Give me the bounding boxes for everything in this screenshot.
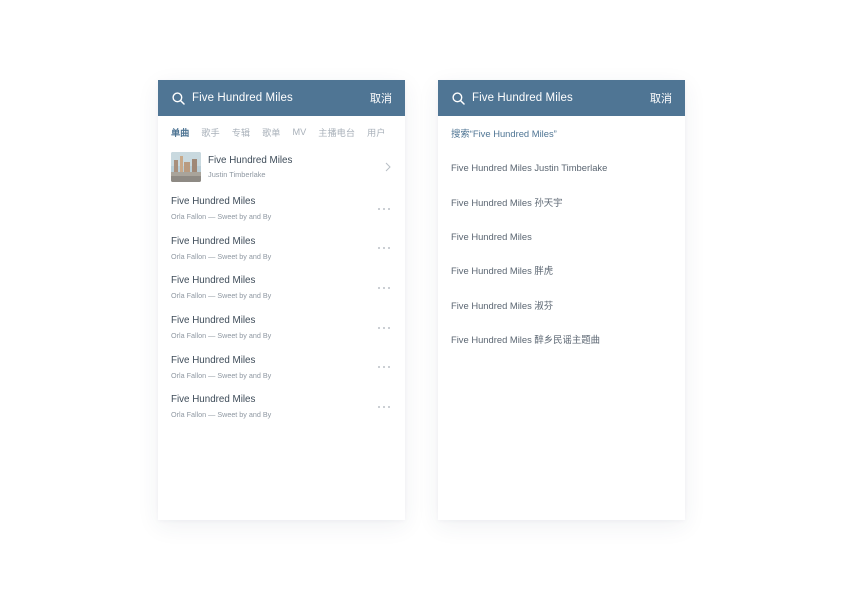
search-input[interactable]: Five Hundred Miles <box>472 92 650 104</box>
song-title: Five Hundred Miles <box>171 354 256 366</box>
song-subtitle: Orla Fallon — Sweet by and By <box>171 370 272 380</box>
tab-artists[interactable]: 歌手 <box>201 125 219 139</box>
song-list: Five Hundred Miles Orla Fallon — Sweet by… <box>158 189 405 427</box>
song-subtitle: Orla Fallon — Sweet by and By <box>171 251 272 261</box>
cancel-button[interactable]: 取消 <box>370 90 392 106</box>
song-row[interactable]: Five Hundred Miles Orla Fallon — Sweet by… <box>158 347 405 387</box>
tab-users[interactable]: 用户 <box>367 125 385 139</box>
artist-thumbnail <box>171 151 201 182</box>
artist-result-card[interactable]: Five Hundred Miles Justin Timberlake <box>158 148 405 185</box>
suggestion-list: 搜索“Five Hundred Miles” Five Hundred Mile… <box>438 116 685 356</box>
search-suggestion[interactable]: Five Hundred Miles 淑芬 <box>438 287 685 321</box>
search-suggestion[interactable]: Five Hundred Miles 孙天宇 <box>438 185 685 219</box>
search-bar: Five Hundred Miles 取消 <box>438 80 685 116</box>
more-options-icon[interactable] <box>377 325 391 331</box>
search-icon <box>452 91 465 105</box>
song-subtitle: Orla Fallon — Sweet by and By <box>171 291 272 301</box>
song-title: Five Hundred Miles <box>171 275 256 287</box>
tab-playlists[interactable]: 歌单 <box>262 125 280 139</box>
search-bar: Five Hundred Miles 取消 <box>158 80 405 116</box>
search-suggestion[interactable]: Five Hundred Miles 醉乡民谣主题曲 <box>438 322 685 356</box>
more-options-icon[interactable] <box>377 404 391 410</box>
search-icon <box>172 91 185 105</box>
search-results-panel: Five Hundred Miles 取消 单曲 歌手 专辑 歌单 MV 主播电… <box>158 80 405 520</box>
song-row[interactable]: Five Hundred Miles Orla Fallon — Sweet by… <box>158 387 405 427</box>
song-subtitle: Orla Fallon — Sweet by and By <box>171 410 272 420</box>
search-suggestion[interactable]: Five Hundred Miles Justin Timberlake <box>438 150 685 184</box>
chevron-right-icon <box>385 162 391 172</box>
song-title: Five Hundred Miles <box>171 235 256 247</box>
more-options-icon[interactable] <box>377 364 391 370</box>
search-input[interactable]: Five Hundred Miles <box>192 92 370 104</box>
song-row[interactable]: Five Hundred Miles Orla Fallon — Sweet by… <box>158 308 405 348</box>
category-tabs: 单曲 歌手 专辑 歌单 MV 主播电台 用户 <box>158 116 405 148</box>
tab-albums[interactable]: 专辑 <box>232 125 250 139</box>
more-options-icon[interactable] <box>377 285 391 291</box>
more-options-icon[interactable] <box>377 206 391 212</box>
tab-radio[interactable]: 主播电台 <box>318 125 355 139</box>
artist-title: Five Hundred Miles <box>208 154 293 166</box>
song-title: Five Hundred Miles <box>171 394 256 406</box>
tab-songs[interactable]: 单曲 <box>171 125 189 139</box>
cancel-button[interactable]: 取消 <box>650 90 672 106</box>
song-row[interactable]: Five Hundred Miles Orla Fallon — Sweet by… <box>158 189 405 229</box>
song-row[interactable]: Five Hundred Miles Orla Fallon — Sweet by… <box>158 229 405 269</box>
song-title: Five Hundred Miles <box>171 196 256 208</box>
song-subtitle: Orla Fallon — Sweet by and By <box>171 212 272 222</box>
search-suggestion[interactable]: Five Hundred Miles 胖虎 <box>438 253 685 287</box>
tab-mv[interactable]: MV <box>293 127 307 137</box>
search-suggestion[interactable]: 搜索“Five Hundred Miles” <box>438 116 685 150</box>
artist-name: Justin Timberlake <box>208 169 266 179</box>
search-suggestion[interactable]: Five Hundred Miles <box>438 219 685 253</box>
song-row[interactable]: Five Hundred Miles Orla Fallon — Sweet by… <box>158 268 405 308</box>
artist-text: Five Hundred Miles Justin Timberlake <box>208 155 385 179</box>
more-options-icon[interactable] <box>377 245 391 251</box>
song-subtitle: Orla Fallon — Sweet by and By <box>171 331 272 341</box>
search-suggestions-panel: Five Hundred Miles 取消 搜索“Five Hundred Mi… <box>438 80 685 520</box>
song-title: Five Hundred Miles <box>171 315 256 327</box>
